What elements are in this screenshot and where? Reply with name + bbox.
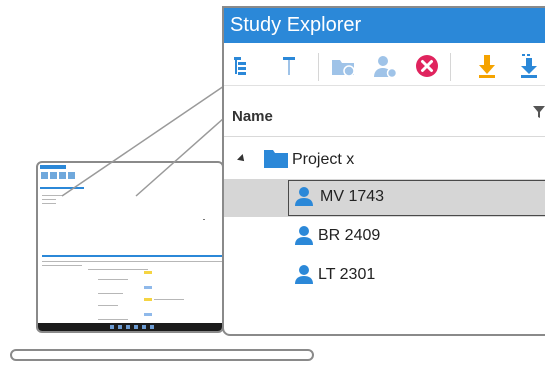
patient-icon	[295, 265, 313, 284]
collapse-arrow-icon[interactable]	[237, 154, 247, 164]
thumb-tool	[50, 172, 57, 179]
thumb-field	[144, 313, 152, 316]
thumb-task-icon	[134, 325, 138, 329]
thumb-titlebar	[40, 165, 66, 169]
thumb-task-icon	[142, 325, 146, 329]
thumb-selection	[40, 187, 84, 189]
thumb-band	[42, 255, 222, 257]
column-header: Name	[224, 96, 545, 137]
thumb-task-icon	[150, 325, 154, 329]
thumb-field	[144, 286, 152, 289]
patient-icon	[295, 187, 313, 206]
study-explorer-panel: Study Explorer Name Project x MV 1743 BR…	[222, 6, 545, 336]
thumb-tool	[68, 172, 75, 179]
thumb-line	[98, 319, 128, 320]
tree-node-patient[interactable]: MV 1743	[224, 179, 545, 217]
thumb-line	[42, 265, 82, 266]
thumb-line	[88, 269, 148, 270]
thumb-task-icon	[118, 325, 122, 329]
toolbar-separator	[318, 53, 319, 81]
thumb-line	[42, 261, 222, 262]
tree-node-patient[interactable]: BR 2409	[224, 218, 545, 256]
tree-node-label: LT 2301	[318, 266, 376, 283]
thumb-tool	[41, 172, 48, 179]
tree-node-label: Project x	[292, 151, 355, 168]
toolbar	[224, 45, 545, 86]
thumb-highlight	[144, 271, 152, 274]
tree-node-patient[interactable]: LT 2301	[224, 257, 545, 295]
patient-icon	[295, 226, 313, 245]
filter-pin-icon[interactable]	[276, 53, 302, 79]
thumb-taskbar	[38, 323, 222, 331]
add-patient-icon[interactable]	[372, 53, 398, 79]
thumb-tool	[59, 172, 66, 179]
name-column-header[interactable]: Name	[232, 108, 273, 125]
tree-node-label: BR 2409	[318, 227, 381, 244]
thumb-line	[98, 305, 118, 306]
column-filter-icon[interactable]	[532, 104, 545, 120]
screen-thumbnail	[36, 161, 224, 333]
horizontal-scrollbar[interactable]	[10, 349, 314, 361]
delete-icon[interactable]	[414, 53, 440, 79]
thumb-task-icon	[126, 325, 130, 329]
panel-title: Study Explorer	[224, 8, 545, 43]
thumb-dot	[203, 219, 205, 220]
new-folder-icon[interactable]	[330, 53, 356, 79]
thumb-line	[154, 299, 184, 300]
thumb-line	[42, 195, 62, 196]
thumb-line	[42, 203, 56, 204]
tree-view-icon[interactable]	[230, 53, 256, 79]
thumb-line	[98, 279, 128, 280]
download-all-icon[interactable]	[516, 53, 542, 79]
folder-icon	[264, 150, 288, 168]
download-icon[interactable]	[474, 53, 500, 79]
thumb-task-icon	[110, 325, 114, 329]
tree-node-project[interactable]: Project x	[224, 142, 545, 180]
toolbar-separator	[450, 53, 451, 81]
thumb-line	[98, 293, 123, 294]
thumb-line	[42, 199, 56, 200]
thumb-highlight	[144, 298, 152, 301]
tree-node-label: MV 1743	[320, 188, 385, 205]
